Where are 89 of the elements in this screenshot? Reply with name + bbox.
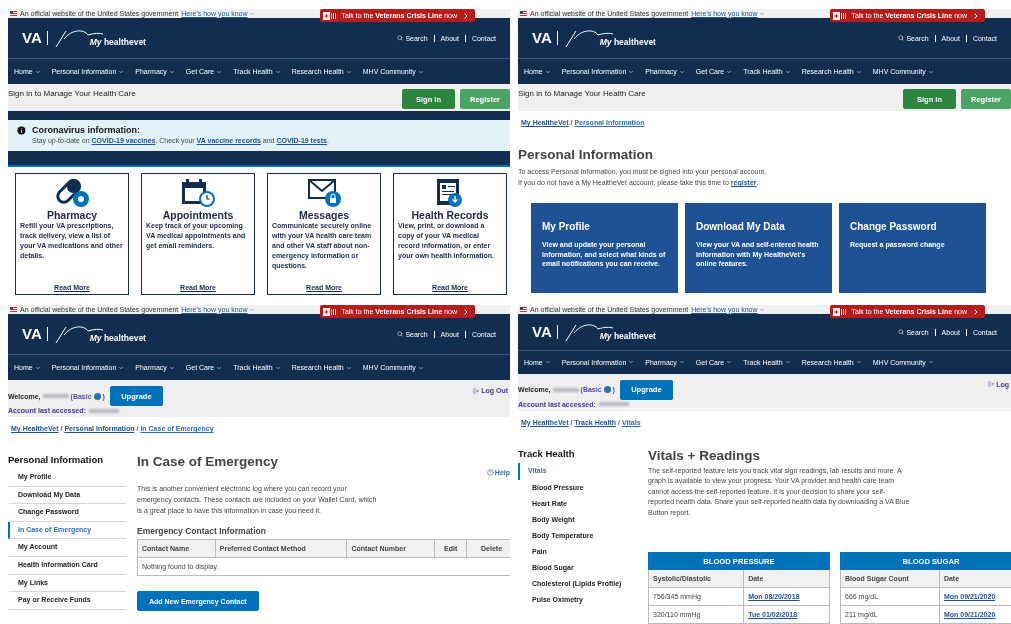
search-icon: [397, 331, 404, 337]
blurred-date: [598, 402, 629, 406]
chevron-down-icon: [726, 68, 733, 75]
chevron-down-icon: [168, 364, 175, 371]
phone-chat-icon: [833, 11, 847, 20]
logo-text: VA: [22, 327, 48, 341]
eagle-swoosh-icon: [563, 27, 614, 49]
logo-text: My healthevet: [599, 37, 656, 47]
signin-prompt: Sign in to Manage Your Health Care: [518, 89, 646, 98]
search-icon: [397, 35, 404, 41]
level-badge-icon: [603, 386, 611, 393]
logo-text: My healthevet: [89, 37, 146, 47]
chevron-right-icon: [462, 11, 470, 20]
chevron-down-icon: [784, 359, 791, 366]
us-flag-icon: [520, 11, 527, 16]
page-title: In Case of Emergency: [137, 454, 279, 471]
chevron-down-icon: [855, 359, 862, 366]
logout-icon: [988, 381, 995, 387]
page-title: Vitals + Readings: [648, 447, 761, 463]
tile-title: My Profile: [542, 221, 591, 232]
calendar-clock-icon: [180, 178, 216, 208]
blurred-date: [88, 408, 119, 413]
chevron-down-icon: [118, 68, 125, 75]
search-icon: [898, 35, 905, 41]
logo-text: VA: [22, 31, 48, 45]
chevron-down-icon: [118, 364, 125, 371]
eagle-swoosh-icon: [53, 27, 104, 49]
pill-icon: [54, 178, 90, 208]
section-heading: Emergency Contact Information: [137, 526, 267, 536]
chevron-right-icon: [972, 307, 980, 316]
level-badge-icon: [93, 392, 101, 400]
info-icon: [16, 125, 27, 136]
chevron-down-icon: [784, 68, 791, 75]
us-flag-icon: [10, 11, 17, 16]
tile-title: Download My Data: [696, 221, 786, 232]
chevron-down-icon: [417, 68, 424, 75]
chevron-down-icon: [758, 306, 765, 313]
search-icon: [898, 329, 905, 335]
phone-chat-icon: [833, 307, 847, 316]
phone-chat-icon: [323, 307, 337, 316]
chevron-down-icon: [34, 68, 41, 75]
chevron-down-icon: [216, 364, 223, 371]
chevron-down-icon: [274, 364, 281, 371]
chevron-down-icon: [216, 68, 223, 75]
chevron-down-icon: [628, 359, 635, 366]
eagle-swoosh-icon: [563, 321, 614, 343]
logo-text: VA: [532, 31, 558, 45]
chevron-down-icon: [927, 68, 934, 75]
envelope-lock-icon: [306, 178, 342, 208]
chevron-down-icon: [274, 68, 281, 75]
logo-text: VA: [532, 325, 558, 339]
tile-title: Change Password: [850, 221, 938, 232]
sidebar-title: Track Health: [518, 447, 576, 459]
us-flag-icon: [10, 307, 17, 312]
chevron-down-icon: [628, 68, 635, 75]
chevron-down-icon: [855, 68, 862, 75]
chevron-down-icon: [726, 359, 733, 366]
chevron-right-icon: [462, 307, 470, 316]
logo-text: My healthevet: [89, 333, 146, 343]
chevron-down-icon: [758, 10, 765, 17]
chevron-down-icon: [248, 10, 255, 17]
logo-text: My healthevet: [599, 331, 656, 341]
chevron-down-icon: [544, 359, 551, 366]
alert-title: Coronavirus information:: [32, 125, 141, 135]
sidebar-title: Personal Information: [8, 454, 104, 465]
card-title: Messages: [298, 209, 350, 221]
chevron-down-icon: [678, 359, 685, 366]
blurred-name: [42, 394, 69, 398]
chevron-down-icon: [417, 364, 424, 371]
chevron-down-icon: [345, 364, 352, 371]
chevron-down-icon: [544, 68, 551, 75]
card-title: Health Records: [411, 209, 489, 221]
chevron-down-icon: [927, 359, 934, 366]
eagle-swoosh-icon: [53, 323, 104, 345]
chevron-down-icon: [248, 306, 255, 313]
chevron-down-icon: [168, 68, 175, 75]
card-title: Pharmacy: [46, 209, 98, 221]
page-title: Personal Information: [518, 147, 655, 162]
us-flag-icon: [520, 307, 527, 312]
blurred-name: [552, 387, 579, 392]
logout-icon: [473, 387, 480, 394]
chevron-down-icon: [34, 364, 41, 371]
phone-chat-icon: [323, 11, 337, 20]
card-title: Appointments: [162, 209, 234, 221]
help-icon: [486, 469, 494, 476]
chevron-down-icon: [678, 68, 685, 75]
signin-prompt: Sign in to Manage Your Health Care: [8, 89, 136, 98]
chevron-down-icon: [345, 68, 352, 75]
chevron-right-icon: [972, 11, 980, 20]
